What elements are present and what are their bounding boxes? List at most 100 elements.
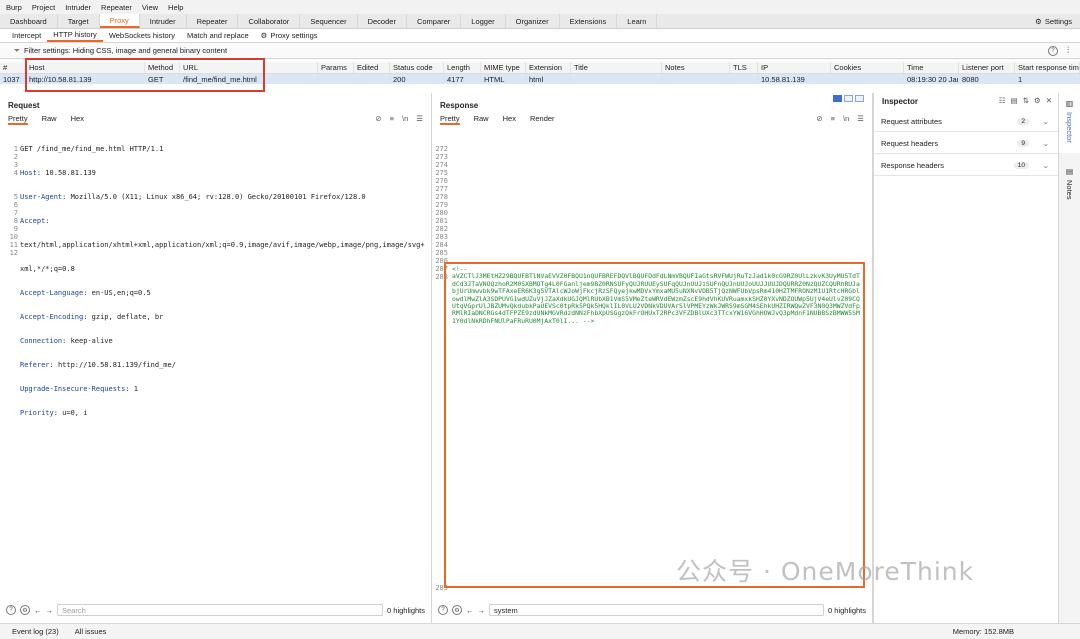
table-row[interactable]: 1037 http://10.58.81.139 GET /find_me/fi… <box>0 74 1080 84</box>
tab-intruder[interactable]: Intruder <box>140 14 187 28</box>
help-icon[interactable]: ? <box>1048 46 1058 56</box>
hide-icon[interactable]: ⊘ <box>375 114 381 123</box>
col-url[interactable]: URL <box>180 62 318 73</box>
col-mime-type[interactable]: MIME type <box>481 62 526 73</box>
cell-params <box>318 74 354 84</box>
col-number[interactable]: # <box>0 62 26 73</box>
help-icon[interactable]: ? <box>438 605 448 615</box>
request-tab-hex[interactable]: Hex <box>71 114 84 125</box>
col-ip[interactable]: IP <box>758 62 831 73</box>
response-search-input[interactable]: system <box>489 604 825 616</box>
tab-learn[interactable]: Learn <box>617 14 658 28</box>
newline-icon[interactable]: \n <box>843 114 849 123</box>
menu-icon[interactable]: ☰ <box>857 114 864 123</box>
subtab-match-replace[interactable]: Match and replace <box>181 29 255 42</box>
response-title: Response <box>440 101 479 110</box>
help-icon[interactable]: ? <box>6 605 16 615</box>
col-params[interactable]: Params <box>318 62 354 73</box>
col-listener-port[interactable]: Listener port <box>959 62 1015 73</box>
tab-dashboard[interactable]: Dashboard <box>0 14 58 28</box>
tab-extensions[interactable]: Extensions <box>560 14 618 28</box>
menu-burp[interactable]: Burp <box>6 3 22 12</box>
inspector-request-headers[interactable]: Request headers 9 ⌄ <box>874 134 1059 154</box>
side-tab-notes[interactable]: ▤ Notes <box>1059 167 1080 217</box>
request-tab-pretty[interactable]: Pretty <box>8 114 28 125</box>
menu-repeater[interactable]: Repeater <box>101 3 132 12</box>
col-status-code[interactable]: Status code <box>390 62 444 73</box>
col-start-response-time[interactable]: Start response tim <box>1015 62 1080 73</box>
layout-horizontal-icon[interactable] <box>844 95 853 102</box>
table-header: # Host Method URL Params Edited Status c… <box>0 62 1080 74</box>
response-tab-pretty[interactable]: Pretty <box>440 114 460 125</box>
col-tls[interactable]: TLS <box>730 62 758 73</box>
col-host[interactable]: Host <box>26 62 145 73</box>
menu-project[interactable]: Project <box>32 3 55 12</box>
layout-split-icon[interactable] <box>833 95 842 102</box>
tab-logger[interactable]: Logger <box>461 14 506 28</box>
tab-collaborator[interactable]: Collaborator <box>238 14 301 28</box>
response-encoded-content[interactable]: <!-- aVZCTlJ3MEtHZ29BQUFBTlNVaEVVZ0FBQU1… <box>452 265 862 325</box>
subtab-websockets-history[interactable]: WebSockets history <box>103 29 181 42</box>
more-icon[interactable]: ⋮ <box>1065 45 1073 54</box>
event-log-link[interactable]: Event log (23) <box>12 627 59 636</box>
request-tab-raw[interactable]: Raw <box>42 114 57 125</box>
http-history-table: # Host Method URL Params Edited Status c… <box>0 60 1080 87</box>
newline-icon[interactable]: \n <box>402 114 408 123</box>
gear-icon: ⚙ <box>260 31 268 40</box>
tab-organizer[interactable]: Organizer <box>506 14 560 28</box>
tab-proxy[interactable]: Proxy <box>99 14 140 28</box>
close-icon[interactable]: ✕ <box>1046 96 1052 105</box>
tab-target[interactable]: Target <box>58 14 100 28</box>
menu-bar: Burp Project Intruder Repeater View Help <box>0 0 1080 14</box>
settings-button[interactable]: ⚙ Settings <box>1035 14 1072 29</box>
col-extension[interactable]: Extension <box>526 62 571 73</box>
response-last-line-number: 289 <box>435 584 448 592</box>
tab-sequencer[interactable]: Sequencer <box>300 14 358 28</box>
request-body[interactable]: GET /find_me/find_me.html HTTP/1.1 Host:… <box>20 129 425 433</box>
response-tab-hex[interactable]: Hex <box>503 114 516 125</box>
sort-icon[interactable]: ⇅ <box>1023 96 1029 105</box>
subtab-intercept[interactable]: Intercept <box>6 29 47 42</box>
menu-icon[interactable]: ☰ <box>416 114 423 123</box>
gear-icon[interactable]: ⚙ <box>1034 96 1041 105</box>
wrap-icon[interactable]: ≡ <box>390 114 394 123</box>
cell-time: 08:19:30 20 Jan... <box>904 74 959 84</box>
layout-vertical-icon[interactable] <box>855 95 864 102</box>
tab-comparer[interactable]: Comparer <box>407 14 462 28</box>
tab-repeater[interactable]: Repeater <box>187 14 239 28</box>
menu-intruder[interactable]: Intruder <box>65 3 91 12</box>
back-icon[interactable]: ← <box>34 606 42 615</box>
encoded-string: aVZCTlJ3MEtHZ29BQUFBTlNVaEVVZ0FBQU1nQUFB… <box>452 272 860 325</box>
request-search-input[interactable]: Search <box>57 604 384 616</box>
tab-decoder[interactable]: Decoder <box>358 14 407 28</box>
filter-bar[interactable]: ⏷ Filter settings: Hiding CSS, image and… <box>0 43 1080 59</box>
settings-icon[interactable]: ⚙ <box>452 605 462 615</box>
response-tab-raw[interactable]: Raw <box>474 114 489 125</box>
col-title[interactable]: Title <box>571 62 662 73</box>
list-icon[interactable]: ☷ <box>999 96 1006 105</box>
subtab-proxy-settings[interactable]: ⚙ Proxy settings <box>255 29 324 42</box>
forward-icon[interactable]: → <box>46 606 54 615</box>
collapse-icon[interactable]: ▤ <box>1011 96 1018 105</box>
all-issues-link[interactable]: All issues <box>75 627 107 636</box>
hide-icon[interactable]: ⊘ <box>816 114 822 123</box>
col-time[interactable]: Time <box>904 62 959 73</box>
layout-toggle[interactable] <box>833 95 864 102</box>
cell-cookies <box>831 74 904 84</box>
col-edited[interactable]: Edited <box>354 62 390 73</box>
menu-view[interactable]: View <box>142 3 158 12</box>
forward-icon[interactable]: → <box>478 606 486 615</box>
wrap-icon[interactable]: ≡ <box>831 114 835 123</box>
col-method[interactable]: Method <box>145 62 180 73</box>
inspector-response-headers[interactable]: Response headers 10 ⌄ <box>874 156 1059 176</box>
response-tab-render[interactable]: Render <box>530 114 555 125</box>
col-length[interactable]: Length <box>444 62 481 73</box>
inspector-request-attributes[interactable]: Request attributes 2 ⌄ <box>874 112 1059 132</box>
side-tab-inspector[interactable]: ▥ Inspector <box>1059 93 1080 153</box>
subtab-http-history[interactable]: HTTP history <box>47 29 103 42</box>
back-icon[interactable]: ← <box>466 606 474 615</box>
menu-help[interactable]: Help <box>168 3 183 12</box>
col-notes[interactable]: Notes <box>662 62 730 73</box>
settings-icon[interactable]: ⚙ <box>20 605 30 615</box>
col-cookies[interactable]: Cookies <box>831 62 904 73</box>
